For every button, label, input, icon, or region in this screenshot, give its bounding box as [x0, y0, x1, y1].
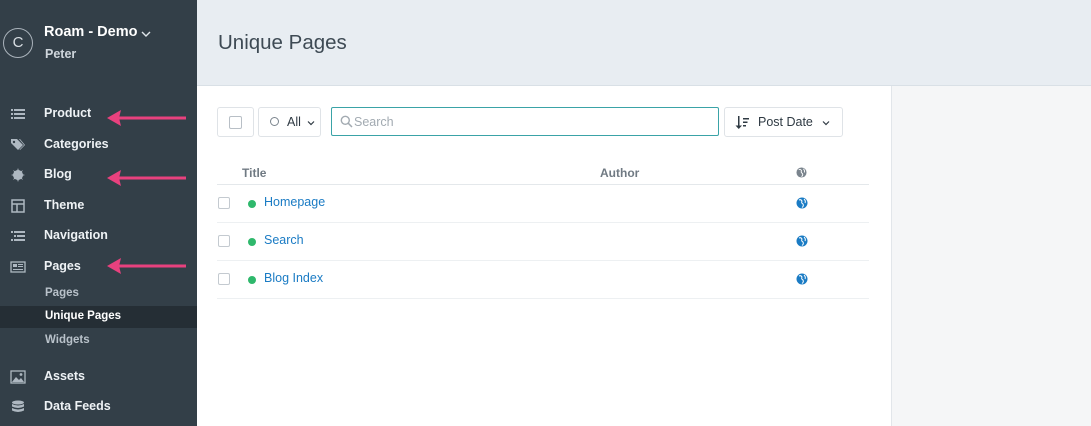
sidebar-item-assets[interactable]: Assets — [0, 362, 197, 392]
search-box[interactable] — [331, 107, 719, 136]
row-checkbox[interactable] — [218, 197, 230, 209]
sort-label: Post Date — [758, 115, 813, 129]
search-icon — [340, 115, 353, 128]
row-checkbox[interactable] — [218, 273, 230, 285]
sidebar-subitem-label: Pages — [45, 287, 79, 299]
annotation-arrow-icon — [107, 170, 186, 186]
sidebar-item-label: Data Feeds — [44, 399, 111, 413]
sidebar-subitem-label: Widgets — [45, 334, 90, 346]
chevron-down-icon — [822, 121, 830, 126]
chevron-down-icon — [307, 121, 315, 126]
sidebar-subitem-widgets[interactable]: Widgets — [0, 330, 197, 352]
status-dot — [248, 200, 256, 208]
annotation-arrow-icon — [107, 258, 186, 274]
sort-descending-icon — [735, 116, 749, 129]
page-title-link[interactable]: Homepage — [264, 195, 325, 209]
status-dot — [248, 238, 256, 246]
sidebar-item-navigation[interactable]: Navigation — [0, 221, 197, 251]
sidebar-item-label: Blog — [44, 167, 72, 181]
page-title-link[interactable]: Search — [264, 233, 304, 247]
site-name[interactable]: Roam - Demo — [44, 24, 137, 40]
badge-icon — [11, 168, 25, 182]
annotation-arrow-icon — [107, 110, 186, 126]
page-title: Unique Pages — [218, 31, 347, 54]
user-name: Peter — [45, 47, 77, 61]
main-content: All Post Date Title Author Homepage Sear… — [197, 86, 892, 426]
layout-icon — [11, 199, 25, 213]
sidebar-subitem-unique-pages[interactable]: Unique Pages — [0, 306, 197, 328]
sidebar-item-categories[interactable]: Categories — [0, 130, 197, 160]
database-icon — [12, 400, 24, 412]
table-row[interactable]: Search — [217, 223, 869, 261]
status-filter-label: All — [287, 115, 301, 129]
newspaper-icon — [10, 261, 26, 273]
column-header-title[interactable]: Title — [242, 166, 266, 180]
sidebar-item-data-feeds[interactable]: Data Feeds — [0, 392, 197, 422]
list-icon — [11, 109, 25, 119]
sidebar-item-label: Theme — [44, 198, 85, 212]
sidebar: C Roam - Demo Peter Product Categories B… — [0, 0, 197, 426]
brand-switcher[interactable]: C Roam - Demo Peter — [0, 0, 197, 88]
search-input[interactable] — [354, 112, 709, 132]
globe-icon[interactable] — [796, 273, 808, 285]
sort-dropdown[interactable]: Post Date — [724, 107, 843, 137]
select-all-button[interactable] — [217, 107, 254, 137]
page-header: Unique Pages — [197, 0, 1091, 86]
tags-icon — [11, 139, 25, 150]
brand-logo: C — [3, 28, 33, 58]
sidebar-item-label: Pages — [44, 259, 81, 273]
select-all-checkbox[interactable] — [229, 116, 242, 129]
chevron-down-icon[interactable] — [141, 29, 151, 39]
image-icon — [10, 370, 26, 384]
sidebar-subitem-label: Unique Pages — [45, 310, 122, 322]
right-panel — [891, 86, 1091, 426]
column-header-author[interactable]: Author — [600, 166, 639, 180]
row-checkbox[interactable] — [218, 235, 230, 247]
status-filter-dropdown[interactable]: All — [258, 107, 321, 137]
sidebar-item-label: Categories — [44, 137, 109, 151]
page-title-link[interactable]: Blog Index — [264, 271, 323, 285]
sidebar-item-label: Assets — [44, 369, 85, 383]
table-row[interactable]: Blog Index — [217, 261, 869, 299]
globe-icon — [796, 167, 807, 178]
globe-icon[interactable] — [796, 197, 808, 209]
globe-icon[interactable] — [796, 235, 808, 247]
nav-list-icon — [11, 231, 25, 241]
sidebar-item-theme[interactable]: Theme — [0, 191, 197, 221]
status-dot — [248, 276, 256, 284]
sidebar-subitem-pages[interactable]: Pages — [0, 283, 197, 305]
status-circle-icon — [270, 117, 279, 126]
sidebar-item-label: Navigation — [44, 228, 108, 242]
sidebar-item-label: Product — [44, 106, 92, 120]
table-row[interactable]: Homepage — [217, 185, 869, 223]
